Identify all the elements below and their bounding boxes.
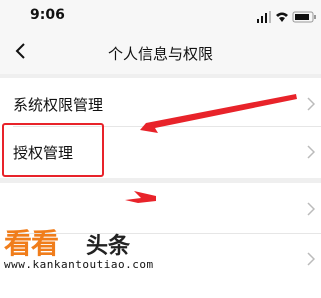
- annotation-arrow-2: [125, 191, 156, 203]
- watermark-logo-sub: 头条: [86, 234, 131, 259]
- watermark-url: www.kankantoutiao.com: [4, 258, 154, 271]
- annotation-arrow: [140, 94, 297, 133]
- watermark-logo: 看看: [4, 227, 59, 260]
- watermark: 看看 头条 www.kankantoutiao.com: [0, 216, 200, 278]
